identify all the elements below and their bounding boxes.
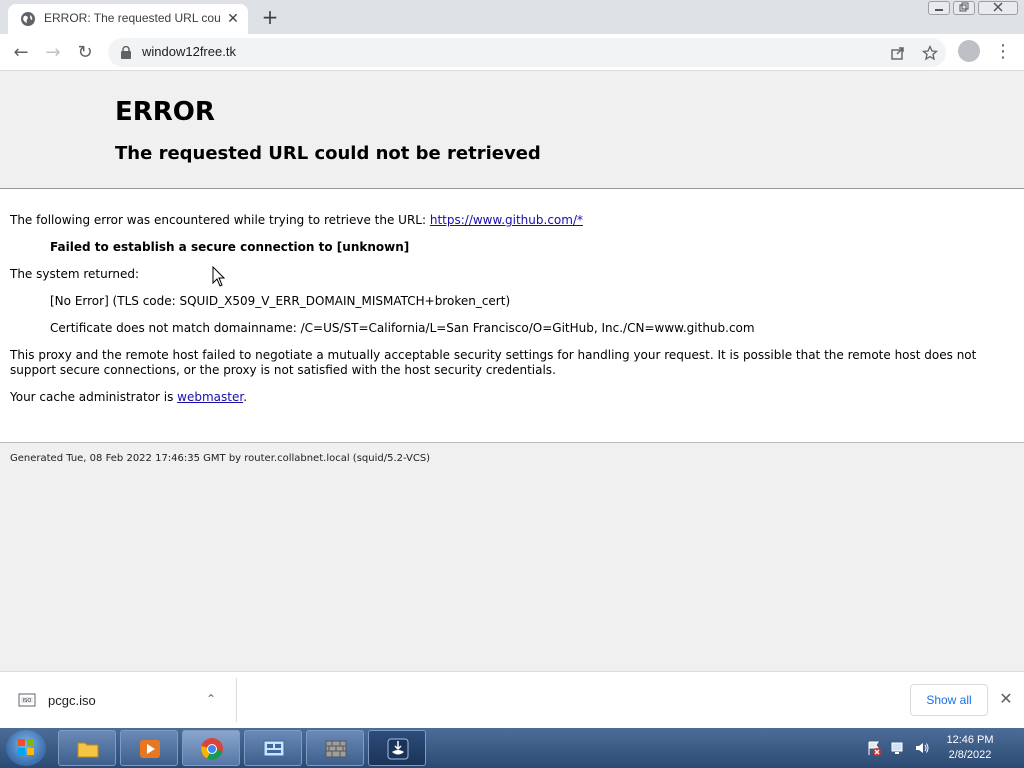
cache-admin-suffix: . (243, 390, 248, 404)
network-icon[interactable] (890, 740, 906, 756)
shelf-close-icon[interactable]: ✕ (997, 690, 1015, 708)
address-bar[interactable]: window12free.tk (108, 38, 946, 67)
footer-divider (0, 442, 1024, 443)
close-icon (993, 2, 1003, 12)
start-button[interactable] (6, 730, 46, 766)
volume-icon[interactable] (914, 740, 930, 756)
globe-icon (21, 12, 35, 26)
minimize-button[interactable] (928, 1, 950, 15)
taskbar-explorer[interactable] (58, 730, 116, 766)
reload-button[interactable]: ↻ (72, 40, 98, 66)
chrome-icon (201, 738, 223, 760)
requested-url-link[interactable]: https://www.github.com/* (430, 213, 583, 227)
cache-admin-text: Your cache administrator is (10, 390, 178, 404)
forward-button[interactable]: → (40, 40, 66, 66)
lock-icon[interactable] (120, 46, 132, 59)
back-button[interactable]: ← (8, 40, 34, 66)
show-all-button[interactable]: Show all (910, 684, 988, 716)
error-subheading: The requested URL could not be retrieved (115, 143, 541, 164)
page-content: ERROR The requested URL could not be ret… (0, 71, 1024, 671)
taskbar-firewall[interactable] (306, 730, 364, 766)
tab-title: ERROR: The requested URL could not be re… (44, 11, 220, 25)
chrome-menu-icon[interactable]: ⋮ (994, 40, 1012, 64)
error-intro: The following error was encountered whil… (10, 213, 583, 227)
bookmark-star-icon[interactable] (922, 45, 938, 61)
failure-message: Failed to establish a secure connection … (50, 240, 410, 254)
tab-close-icon[interactable]: ✕ (224, 10, 242, 28)
download-file-name: pcgc.iso (48, 693, 96, 708)
proxy-explanation-line-1: This proxy and the remote host failed to… (10, 348, 977, 362)
new-tab-button[interactable]: + (258, 6, 282, 30)
restore-icon (959, 2, 969, 12)
error-body: The following error was encountered whil… (0, 189, 1024, 442)
clock-date: 2/8/2022 (948, 749, 992, 761)
clock-time: 12:46 PM (946, 734, 994, 746)
close-window-button[interactable] (978, 1, 1018, 15)
action-center-flag-icon[interactable] (866, 740, 882, 756)
svg-text:ISO: ISO (23, 698, 32, 704)
share-icon[interactable] (890, 45, 906, 61)
address-url[interactable]: window12free.tk (142, 44, 236, 59)
system-returned-label: The system returned: (10, 267, 140, 281)
taskbar-media-player[interactable] (120, 730, 178, 766)
certificate-mismatch: Certificate does not match domainname: /… (50, 321, 755, 335)
minimize-icon (935, 9, 943, 11)
error-intro-text: The following error was encountered whil… (10, 213, 430, 227)
shelf-divider (236, 678, 237, 722)
tab-strip: ERROR: The requested URL could not be re… (0, 0, 1024, 34)
windows-logo-icon (18, 739, 34, 755)
app-icon (387, 738, 409, 760)
windows-taskbar: 12:46 PM 2/8/2022 (0, 728, 1024, 768)
error-heading: ERROR (115, 97, 215, 127)
taskbar-control-panel[interactable] (244, 730, 302, 766)
mouse-cursor-icon (212, 266, 226, 287)
profile-avatar-icon[interactable] (958, 40, 980, 62)
proxy-explanation-line-2: support secure connections, or the proxy… (10, 363, 556, 377)
control-panel-icon (263, 740, 285, 757)
cache-admin: Your cache administrator is webmaster. (10, 390, 247, 404)
download-shelf: ISO pcgc.iso ⌃ Show all ✕ (0, 671, 1024, 728)
tls-error-code: [No Error] (TLS code: SQUID_X509_V_ERR_D… (50, 294, 511, 308)
webmaster-link[interactable]: webmaster (177, 390, 243, 404)
chevron-up-icon[interactable]: ⌃ (206, 692, 222, 708)
taskbar-app[interactable] (368, 730, 426, 766)
folder-icon (77, 742, 99, 758)
generated-footer: Generated Tue, 08 Feb 2022 17:46:35 GMT … (10, 453, 431, 464)
restore-button[interactable] (953, 1, 975, 15)
download-item[interactable]: ISO pcgc.iso ⌃ (10, 682, 236, 720)
media-player-icon (140, 740, 160, 758)
browser-toolbar: ← → ↻ window12free.tk (0, 34, 1024, 71)
browser-tab-active[interactable]: ERROR: The requested URL could not be re… (8, 4, 248, 34)
taskbar-chrome[interactable] (182, 730, 240, 766)
iso-file-icon: ISO (18, 693, 36, 707)
firewall-icon (325, 740, 347, 758)
system-clock[interactable]: 12:46 PM 2/8/2022 (940, 733, 1000, 763)
